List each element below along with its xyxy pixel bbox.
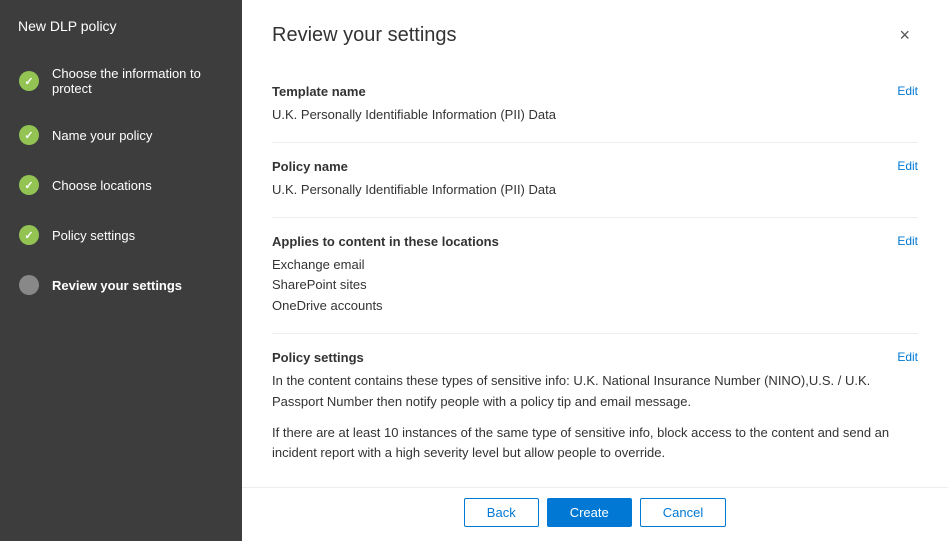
- locations-label: Applies to content in these locations: [272, 234, 499, 249]
- policy-name-header: Policy name Edit: [272, 159, 918, 174]
- completed-icon-3: [18, 174, 40, 196]
- locations-header: Applies to content in these locations Ed…: [272, 234, 918, 249]
- sidebar-title: New DLP policy: [0, 0, 242, 52]
- locations-section: Applies to content in these locations Ed…: [272, 218, 918, 334]
- policy-settings-desc1: In the content contains these types of s…: [272, 371, 918, 413]
- template-name-edit[interactable]: Edit: [897, 84, 918, 98]
- location-exchange: Exchange email: [272, 255, 918, 276]
- locations-edit[interactable]: Edit: [897, 234, 918, 248]
- sidebar-item-policy-settings[interactable]: Policy settings: [0, 210, 242, 260]
- sidebar: New DLP policy Choose the information to…: [0, 0, 242, 541]
- template-name-value: U.K. Personally Identifiable Information…: [272, 105, 918, 126]
- sidebar-item-label-2: Name your policy: [52, 128, 152, 143]
- main-header: Review your settings ×: [242, 0, 948, 58]
- policy-name-section: Policy name Edit U.K. Personally Identif…: [272, 143, 918, 218]
- main-footer: Back Create Cancel: [242, 487, 948, 541]
- sidebar-item-choose-info[interactable]: Choose the information to protect: [0, 52, 242, 110]
- back-button[interactable]: Back: [464, 498, 539, 527]
- location-onedrive: OneDrive accounts: [272, 296, 918, 317]
- sidebar-item-label-5: Review your settings: [52, 278, 182, 293]
- sidebar-item-label-3: Choose locations: [52, 178, 152, 193]
- template-name-header: Template name Edit: [272, 84, 918, 99]
- main-body: Template name Edit U.K. Personally Ident…: [242, 58, 948, 487]
- policy-settings-section: Policy settings Edit In the content cont…: [272, 334, 918, 487]
- completed-icon-2: [18, 124, 40, 146]
- sidebar-item-label-4: Policy settings: [52, 228, 135, 243]
- template-name-section: Template name Edit U.K. Personally Ident…: [272, 68, 918, 143]
- policy-settings-label: Policy settings: [272, 350, 364, 365]
- policy-name-edit[interactable]: Edit: [897, 159, 918, 173]
- policy-settings-header: Policy settings Edit: [272, 350, 918, 365]
- policy-settings-desc2: If there are at least 10 instances of th…: [272, 423, 918, 465]
- policy-name-value: U.K. Personally Identifiable Information…: [272, 180, 918, 201]
- page-title: Review your settings: [272, 24, 457, 47]
- locations-values: Exchange email SharePoint sites OneDrive…: [272, 255, 918, 317]
- policy-settings-edit[interactable]: Edit: [897, 350, 918, 364]
- empty-icon-5: [18, 274, 40, 296]
- main-panel: Review your settings × Template name Edi…: [242, 0, 948, 541]
- completed-icon-4: [18, 224, 40, 246]
- template-name-label: Template name: [272, 84, 366, 99]
- completed-icon-1: [18, 70, 40, 92]
- create-button[interactable]: Create: [547, 498, 632, 527]
- sidebar-item-label-1: Choose the information to protect: [52, 66, 224, 96]
- sidebar-item-choose-locations[interactable]: Choose locations: [0, 160, 242, 210]
- sidebar-item-review-settings[interactable]: Review your settings: [0, 260, 242, 310]
- policy-name-label: Policy name: [272, 159, 348, 174]
- sidebar-item-name-policy[interactable]: Name your policy: [0, 110, 242, 160]
- close-button[interactable]: ×: [891, 22, 918, 48]
- location-sharepoint: SharePoint sites: [272, 275, 918, 296]
- cancel-button[interactable]: Cancel: [640, 498, 726, 527]
